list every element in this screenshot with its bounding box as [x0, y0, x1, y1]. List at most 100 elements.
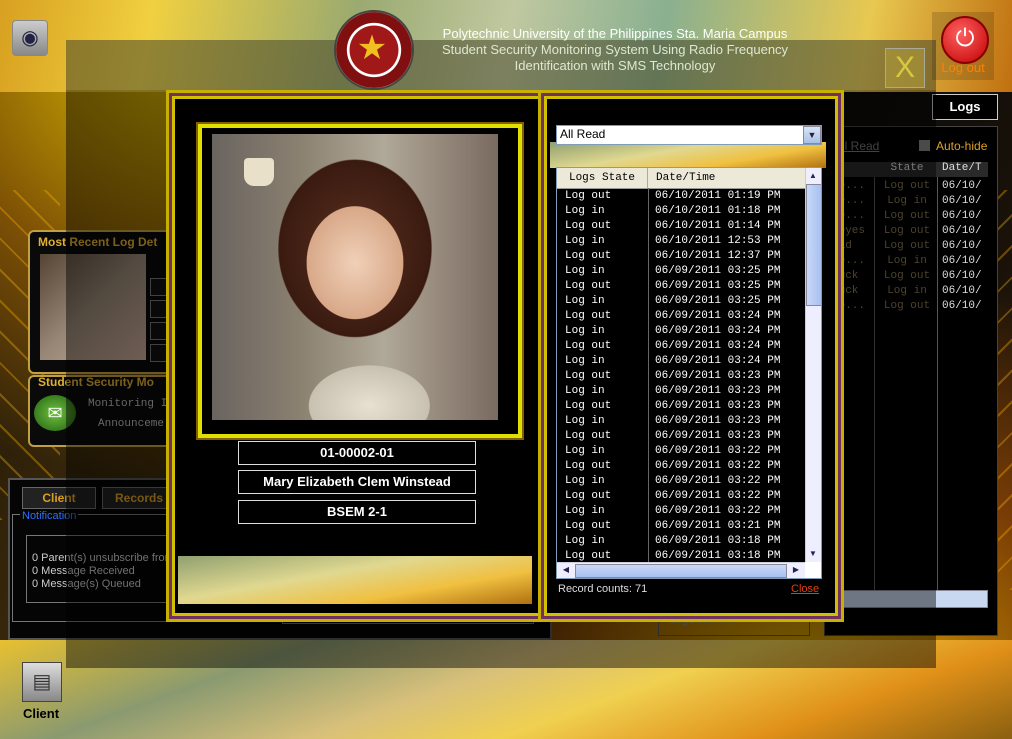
binoculars-icon[interactable]: ◉	[12, 20, 48, 56]
log-datetime: 06/09/2011 03:23 PM	[655, 400, 781, 412]
header-title-line1: Polytechnic University of the Philippine…	[442, 26, 788, 41]
computer-icon[interactable]: ▤	[22, 662, 62, 702]
table-row[interactable]: Log out 06/09/2011 03:22 PM	[557, 459, 805, 475]
column-divider	[648, 188, 649, 562]
table-row[interactable]: Log in 06/09/2011 03:22 PM	[557, 444, 805, 460]
log-state: Log in	[565, 355, 605, 367]
log-datetime: 06/09/2011 03:24 PM	[655, 355, 781, 367]
log-datetime: 06/09/2011 03:22 PM	[655, 475, 781, 487]
table-row[interactable]: Log in 06/09/2011 03:23 PM	[557, 384, 805, 400]
table-row[interactable]: Log out 06/09/2011 03:23 PM	[557, 429, 805, 445]
table-cell: 06/10/	[942, 255, 982, 267]
table-cell: 06/10/	[942, 300, 982, 312]
log-state: Log in	[565, 295, 605, 307]
table-row[interactable]: Log in 06/09/2011 03:25 PM	[557, 264, 805, 280]
table-cell: 06/10/	[942, 270, 982, 282]
log-state: Log out	[565, 190, 612, 202]
scroll-down-icon[interactable]: ▼	[806, 547, 820, 561]
log-datetime: 06/09/2011 03:23 PM	[655, 370, 781, 382]
scroll-left-icon[interactable]: ◀	[559, 563, 573, 577]
table-row[interactable]: Log in 06/09/2011 03:22 PM	[557, 504, 805, 520]
table-row[interactable]: Log out 06/10/2011 01:19 PM	[557, 189, 805, 205]
log-state: Log in	[565, 205, 605, 217]
log-datetime: 06/09/2011 03:24 PM	[655, 340, 781, 352]
table-row[interactable]: Log in 06/09/2011 03:25 PM	[557, 294, 805, 310]
student-name: Mary Elizabeth Clem Winstead	[238, 470, 476, 494]
log-state: Log in	[565, 505, 605, 517]
log-state: Log in	[565, 475, 605, 487]
table-row[interactable]: Log out 06/09/2011 03:23 PM	[557, 369, 805, 385]
log-state: Log out	[565, 430, 612, 442]
vertical-scroll-thumb[interactable]	[806, 184, 821, 306]
logs-panel-decoration	[550, 142, 826, 168]
log-datetime: 06/09/2011 03:25 PM	[655, 265, 781, 277]
log-state: Log in	[565, 445, 605, 457]
table-row[interactable]: Log out 06/10/2011 01:14 PM	[557, 219, 805, 235]
log-datetime: 06/09/2011 03:21 PM	[655, 520, 781, 532]
student-log-table: Logs State Date/Time Log out 06/10/2011 0…	[556, 167, 822, 579]
log-datetime: 06/09/2011 03:18 PM	[655, 535, 781, 547]
table-row[interactable]: Log out 06/09/2011 03:24 PM	[557, 339, 805, 355]
log-datetime: 06/09/2011 03:23 PM	[655, 430, 781, 442]
column-header-date-time[interactable]: Date/Time	[648, 168, 812, 188]
chevron-down-icon[interactable]: ▼	[803, 126, 821, 144]
log-state: Log in	[565, 325, 605, 337]
log-datetime: 06/09/2011 03:22 PM	[655, 490, 781, 502]
table-cell: 06/10/	[942, 240, 982, 252]
log-state: Log out	[565, 490, 612, 502]
table-row[interactable]: Log in 06/09/2011 03:24 PM	[557, 354, 805, 370]
log-state: Log in	[565, 415, 605, 427]
table-cell: 06/10/	[942, 210, 982, 222]
log-state: Log out	[565, 550, 612, 562]
log-datetime: 06/10/2011 12:53 PM	[655, 235, 781, 247]
close-window-button[interactable]: X	[885, 48, 925, 88]
log-table-header: Logs State Date/Time	[557, 168, 805, 189]
table-row[interactable]: Log out 06/10/2011 12:37 PM	[557, 249, 805, 265]
student-course: BSEM 2-1	[238, 500, 476, 524]
record-count: Record counts: 71	[558, 583, 648, 595]
log-state: Log in	[565, 265, 605, 277]
table-row[interactable]: Log in 06/09/2011 03:24 PM	[557, 324, 805, 340]
log-state: Log in	[565, 535, 605, 547]
table-row[interactable]: Log out 06/09/2011 03:24 PM	[557, 309, 805, 325]
log-state: Log out	[565, 310, 612, 322]
log-state: Log out	[565, 220, 612, 232]
scroll-up-icon[interactable]: ▲	[806, 169, 820, 183]
table-row[interactable]: Log out 06/09/2011 03:18 PM	[557, 549, 805, 563]
scroll-right-icon[interactable]: ▶	[789, 563, 803, 577]
log-datetime: 06/10/2011 01:18 PM	[655, 205, 781, 217]
table-row[interactable]: Log out 06/09/2011 03:25 PM	[557, 279, 805, 295]
photo-lamp	[244, 158, 274, 186]
log-datetime: 06/09/2011 03:22 PM	[655, 445, 781, 457]
seal-star-icon: ★	[356, 29, 388, 67]
log-datetime: 06/09/2011 03:23 PM	[655, 415, 781, 427]
log-state: Log out	[565, 460, 612, 472]
log-filter-value[interactable]: All Read	[560, 125, 605, 143]
table-row[interactable]: Log in 06/10/2011 01:18 PM	[557, 204, 805, 220]
log-datetime: 06/09/2011 03:22 PM	[655, 505, 781, 517]
logout-label[interactable]: Log out	[932, 60, 994, 75]
log-state: Log out	[565, 400, 612, 412]
table-row[interactable]: Log in 06/09/2011 03:22 PM	[557, 474, 805, 490]
table-cell: 06/10/	[942, 195, 982, 207]
column-header-logs-state[interactable]: Logs State	[557, 168, 648, 188]
close-link[interactable]: Close	[791, 583, 819, 595]
table-row[interactable]: Log out 06/09/2011 03:23 PM	[557, 399, 805, 415]
power-icon[interactable]: ⏻	[941, 16, 989, 64]
photo-panel-decoration	[178, 556, 532, 604]
tab-logs[interactable]: Logs	[932, 94, 998, 120]
table-row[interactable]: Log in 06/09/2011 03:18 PM	[557, 534, 805, 550]
header-title-line2: Student Security Monitoring System Using…	[441, 42, 789, 57]
log-state: Log out	[565, 280, 612, 292]
table-row[interactable]: Log in 06/09/2011 03:23 PM	[557, 414, 805, 430]
log-state: Log in	[565, 235, 605, 247]
client-button-label[interactable]: Client	[10, 706, 72, 721]
table-row[interactable]: Log out 06/09/2011 03:21 PM	[557, 519, 805, 535]
table-cell: 06/10/	[942, 225, 982, 237]
log-state: Log out	[565, 370, 612, 382]
table-row[interactable]: Log in 06/10/2011 12:53 PM	[557, 234, 805, 250]
table-row[interactable]: Log out 06/09/2011 03:22 PM	[557, 489, 805, 505]
log-state: Log out	[565, 520, 612, 532]
horizontal-scroll-thumb[interactable]	[575, 564, 787, 578]
log-datetime: 06/09/2011 03:18 PM	[655, 550, 781, 562]
